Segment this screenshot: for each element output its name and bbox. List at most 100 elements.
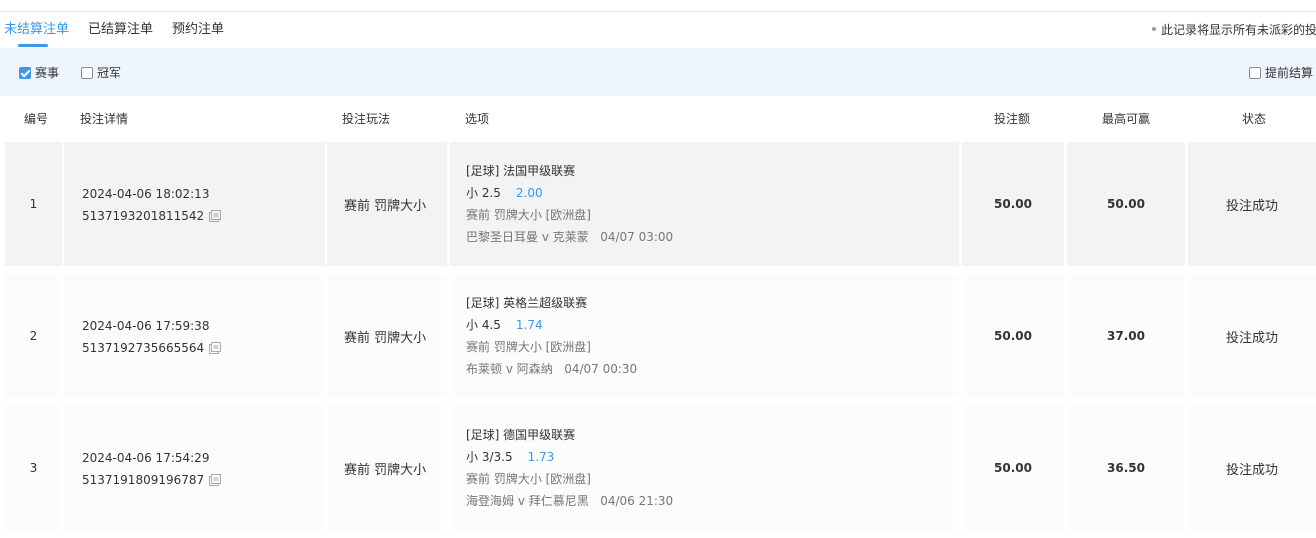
pick-line: 小 2.5 2.00 xyxy=(450,182,959,204)
bet-play: 赛前 罚牌大小 xyxy=(344,198,427,214)
bet-play: 赛前 罚牌大小 xyxy=(344,330,427,346)
pick-line: 小 4.5 1.74 xyxy=(450,314,959,336)
market-name: 赛前 罚牌大小 [欧洲盘] xyxy=(466,472,591,486)
row-id-cell: 3 xyxy=(5,406,62,530)
league-name: [足球] 德国甲级联赛 xyxy=(466,428,576,442)
order-number-line: 5137192735665564 xyxy=(82,337,325,359)
order-number: 5137192735665564 xyxy=(82,341,205,355)
match-line: 布莱顿 v 阿森纳 04/07 00:30 xyxy=(450,358,959,380)
col-header-detail: 投注详情 xyxy=(80,112,129,126)
active-tab-indicator xyxy=(18,44,48,47)
bullet-dot-icon xyxy=(1152,26,1156,31)
max-win-amount: 50.00 xyxy=(1107,197,1145,211)
market-name: 赛前 罚牌大小 [欧洲盘] xyxy=(466,340,591,354)
col-header-option: 选项 xyxy=(465,112,490,126)
match-time: 04/07 00:30 xyxy=(564,362,638,376)
checkbox-unchecked-icon[interactable] xyxy=(1249,66,1261,79)
col-header-stake: 投注额 xyxy=(994,112,1031,126)
order-number: 5137191809196787 xyxy=(82,473,205,487)
stake-amount: 50.00 xyxy=(994,329,1032,343)
bet-time: 2024-04-06 17:54:29 xyxy=(82,451,210,465)
filter-match-label: 赛事 xyxy=(35,66,60,80)
top-divider xyxy=(0,11,1316,12)
row-stake-cell: 50.00 xyxy=(962,406,1064,530)
row-status-cell: 投注成功 xyxy=(1188,274,1316,398)
filter-outright-checkbox[interactable]: 冠军 xyxy=(81,64,121,81)
table-row: 3 2024-04-06 17:54:29 5137191809196787 赛… xyxy=(5,406,1316,530)
row-play-cell: 赛前 罚牌大小 xyxy=(327,406,447,530)
early-settle-checkbox[interactable]: 提前结算 xyxy=(1249,64,1313,81)
filter-outright-label: 冠军 xyxy=(97,66,122,80)
row-play-cell: 赛前 罚牌大小 xyxy=(327,142,447,266)
row-status-cell: 投注成功 xyxy=(1188,142,1316,266)
checkbox-checked-icon[interactable] xyxy=(19,66,31,79)
order-number: 5137193201811542 xyxy=(82,209,205,223)
match-line: 巴黎圣日耳曼 v 克莱蒙 04/07 03:00 xyxy=(450,226,959,248)
early-settle-label: 提前结算 xyxy=(1265,66,1314,80)
bet-tabs: 未结算注单 已结算注单 预约注单 xyxy=(0,20,1316,48)
tab-reserved[interactable]: 预约注单 xyxy=(172,20,224,48)
row-max-win-cell: 37.00 xyxy=(1067,274,1185,398)
pick-line: 小 3/3.5 1.73 xyxy=(450,446,959,468)
col-header-play: 投注玩法 xyxy=(342,112,391,126)
league-name: [足球] 英格兰超级联赛 xyxy=(466,296,588,310)
pick-value: 小 4.5 xyxy=(466,318,501,332)
status-text: 投注成功 xyxy=(1225,330,1278,346)
row-id: 3 xyxy=(29,461,38,475)
filter-bar: 赛事 冠军 提前结算 xyxy=(0,48,1316,96)
match-time: 04/07 03:00 xyxy=(600,230,674,244)
match-time: 04/06 21:30 xyxy=(600,494,674,508)
table-header: 编号 投注详情 投注玩法 选项 投注额 最高可赢 状态 xyxy=(0,96,1316,142)
pick-value: 小 3/3.5 xyxy=(466,450,513,464)
row-id-cell: 2 xyxy=(5,274,62,398)
odds-value: 1.74 xyxy=(515,318,543,332)
row-option-cell: [足球] 德国甲级联赛 小 3/3.5 1.73 赛前 罚牌大小 [欧洲盘] 海登… xyxy=(450,406,959,530)
league-name: [足球] 法国甲级联赛 xyxy=(466,164,576,178)
row-id: 2 xyxy=(29,329,38,343)
order-number-line: 5137193201811542 xyxy=(82,205,325,227)
records-note-text: 此记录将显示所有未派彩的投 xyxy=(1161,23,1316,37)
bet-time: 2024-04-06 17:59:38 xyxy=(82,319,210,333)
order-number-line: 5137191809196787 xyxy=(82,469,325,491)
market-name: 赛前 罚牌大小 [欧洲盘] xyxy=(466,208,591,222)
row-option-cell: [足球] 英格兰超级联赛 小 4.5 1.74 赛前 罚牌大小 [欧洲盘] 布莱顿… xyxy=(450,274,959,398)
bet-time: 2024-04-06 18:02:13 xyxy=(82,187,210,201)
row-play-cell: 赛前 罚牌大小 xyxy=(327,274,447,398)
pick-value: 小 2.5 xyxy=(466,186,501,200)
row-stake-cell: 50.00 xyxy=(962,274,1064,398)
max-win-amount: 36.50 xyxy=(1107,461,1145,475)
row-status-cell: 投注成功 xyxy=(1188,406,1316,530)
bet-play: 赛前 罚牌大小 xyxy=(344,462,427,478)
odds-value: 2.00 xyxy=(515,186,543,200)
row-max-win-cell: 50.00 xyxy=(1067,142,1185,266)
copy-icon[interactable] xyxy=(209,209,222,222)
odds-value: 1.73 xyxy=(527,450,555,464)
match-teams: 海登海姆 v 拜仁慕尼黑 xyxy=(466,494,589,508)
checkbox-unchecked-icon[interactable] xyxy=(81,66,93,79)
row-max-win-cell: 36.50 xyxy=(1067,406,1185,530)
stake-amount: 50.00 xyxy=(994,461,1032,475)
copy-icon[interactable] xyxy=(209,341,222,354)
col-header-status: 状态 xyxy=(1242,112,1267,126)
match-teams: 布莱顿 v 阿森纳 xyxy=(466,362,553,376)
row-option-cell: [足球] 法国甲级联赛 小 2.5 2.00 赛前 罚牌大小 [欧洲盘] 巴黎圣日… xyxy=(450,142,959,266)
copy-icon[interactable] xyxy=(209,473,222,486)
row-stake-cell: 50.00 xyxy=(962,142,1064,266)
col-header-max-win: 最高可赢 xyxy=(1102,112,1151,126)
status-text: 投注成功 xyxy=(1225,198,1278,214)
match-teams: 巴黎圣日耳曼 v 克莱蒙 xyxy=(466,230,589,244)
records-note: 此记录将显示所有未派彩的投 xyxy=(1152,21,1316,39)
match-line: 海登海姆 v 拜仁慕尼黑 04/06 21:30 xyxy=(450,490,959,512)
table-row: 1 2024-04-06 18:02:13 5137193201811542 赛… xyxy=(5,142,1316,266)
table-row: 2 2024-04-06 17:59:38 5137192735665564 赛… xyxy=(5,274,1316,398)
status-text: 投注成功 xyxy=(1225,462,1278,478)
row-detail-cell: 2024-04-06 17:59:38 5137192735665564 xyxy=(64,274,325,398)
filter-match-checkbox[interactable]: 赛事 xyxy=(19,64,59,81)
stake-amount: 50.00 xyxy=(994,197,1032,211)
row-id-cell: 1 xyxy=(5,142,62,266)
row-detail-cell: 2024-04-06 17:54:29 5137191809196787 xyxy=(64,406,325,530)
col-header-id: 编号 xyxy=(24,112,49,126)
row-id: 1 xyxy=(29,197,38,211)
row-detail-cell: 2024-04-06 18:02:13 5137193201811542 xyxy=(64,142,325,266)
tab-settled[interactable]: 已结算注单 xyxy=(88,20,153,48)
